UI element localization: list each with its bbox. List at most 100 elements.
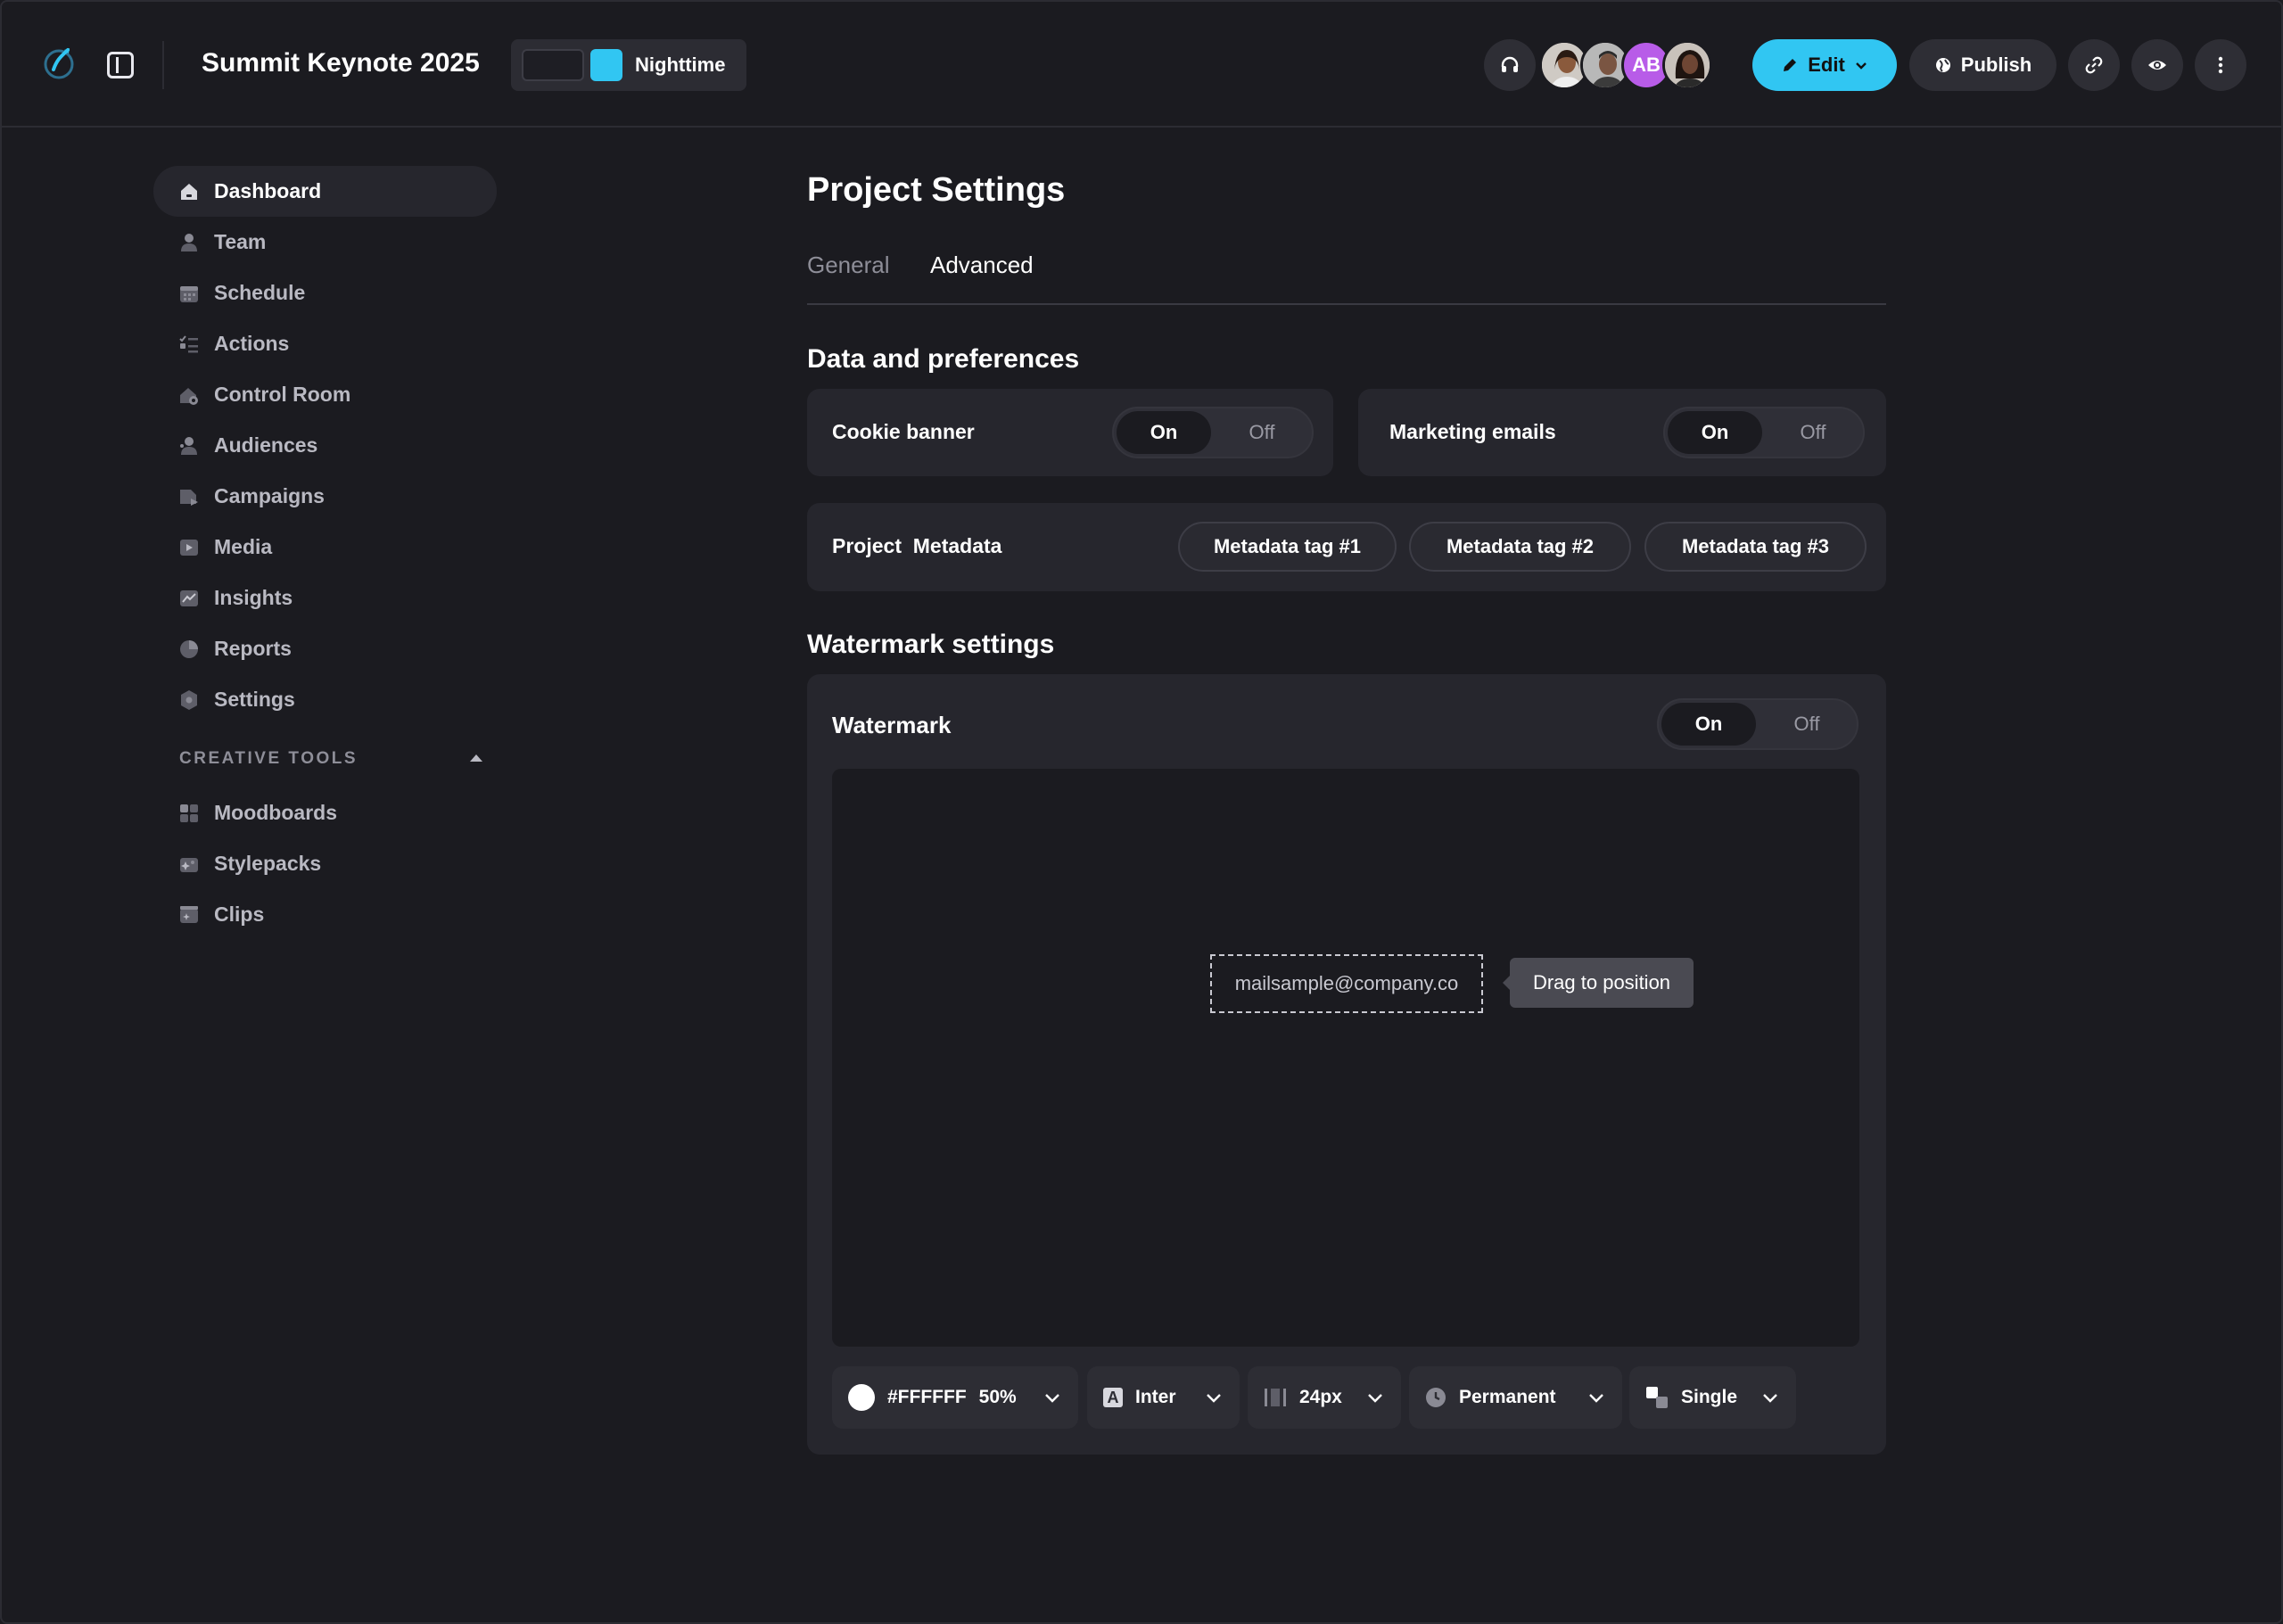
sidebar-item-audiences[interactable]: Audiences [153,420,497,471]
copy-link-button[interactable] [2068,39,2120,91]
sidebar-item-actions[interactable]: Actions [153,318,497,369]
toggle-off-option[interactable]: Off [1760,703,1854,746]
duration-dropdown[interactable]: Permanent [1409,1366,1622,1429]
marketing-emails-toggle[interactable]: On Off [1663,407,1865,458]
sidebar-item-settings[interactable]: Settings [153,674,497,725]
sidebar-item-stylepacks[interactable]: Stylepacks [153,838,497,889]
sidebar-item-schedule[interactable]: Schedule [153,268,497,318]
font-dropdown[interactable]: A Inter [1087,1366,1240,1429]
toggle-on-option[interactable]: On [1668,411,1762,454]
duration-value: Permanent [1459,1387,1556,1407]
font-value: Inter [1135,1387,1176,1407]
play-icon [178,537,200,558]
avatar[interactable] [1662,40,1712,90]
sidebar-item-team[interactable]: Team [153,217,497,268]
tab-advanced[interactable]: Advanced [930,251,1034,279]
sidebar-item-campaigns[interactable]: Campaigns [153,471,497,522]
sidebar-item-label: Campaigns [214,484,325,507]
more-options-button[interactable] [2195,39,2246,91]
link-icon [2085,56,2103,74]
sidebar-item-label: Stylepacks [214,852,322,875]
single-layout-icon [1646,1387,1668,1408]
cookie-banner-card: Cookie banner On Off [807,389,1333,476]
toggle-off-option[interactable]: Off [1766,411,1860,454]
sidebar-item-label: Settings [214,688,295,711]
sidebar-item-label: Insights [214,586,293,609]
chevron-down-icon [1763,1394,1777,1403]
tabs-divider [807,303,1886,305]
watermark-settings-title: Watermark settings [807,630,1055,659]
headphones-button[interactable] [1484,39,1536,91]
edit-button[interactable]: Edit [1752,39,1897,91]
watermark-label: Watermark [832,712,952,738]
size-dropdown[interactable]: 24px [1248,1366,1401,1429]
cookie-banner-toggle[interactable]: On Off [1112,407,1314,458]
chevron-down-icon [1855,62,1867,70]
accent-swatch [590,49,622,81]
stylepack-icon [178,853,200,875]
dark-swatch [522,49,584,81]
theme-selector[interactable]: Nighttime [511,39,746,91]
tab-general[interactable]: General [807,251,890,279]
size-value: 24px [1299,1387,1342,1407]
toggle-off-option[interactable]: Off [1215,411,1309,454]
marketing-emails-label: Marketing emails [1389,420,1556,443]
sidebar-item-label: Team [214,230,267,253]
sidebar-item-label: Actions [214,332,290,355]
theme-label: Nighttime [635,54,726,76]
page-title: Project Settings [807,171,1066,209]
control-room-icon [178,384,200,406]
color-opacity-dropdown[interactable]: #FFFFFF 50% [832,1366,1078,1429]
moodboard-icon [178,803,200,824]
app-window: Summit Keynote 2025 Nighttime AB Edit Pu… [0,0,2283,1624]
sidebar-item-label: Moodboards [214,801,337,824]
avatar-photo-3 [1665,43,1710,87]
sidebar-toggle-icon[interactable] [107,52,134,78]
opacity-value: 50% [978,1387,1017,1407]
color-value: #FFFFFF [887,1387,967,1407]
sidebar-item-media[interactable]: Media [153,522,497,573]
marketing-emails-card: Marketing emails On Off [1358,389,1886,476]
preview-button[interactable] [2131,39,2183,91]
text-size-icon [1265,1389,1286,1406]
project-title: Summit Keynote 2025 [202,48,480,78]
creative-tools-header[interactable]: CREATIVE TOOLS [179,749,482,772]
sidebar-item-label: Clips [214,903,265,926]
metadata-tag[interactable]: Metadata tag #2 [1409,522,1631,572]
chevron-down-icon [1207,1394,1221,1403]
publish-button[interactable]: Publish [1909,39,2056,91]
pie-chart-icon [178,639,200,660]
top-header: Summit Keynote 2025 Nighttime AB Edit Pu… [2,2,2281,128]
campaign-icon [178,486,200,507]
calendar-icon [178,283,200,304]
sidebar-item-clips[interactable]: Clips [153,889,497,940]
caret-up-icon[interactable] [470,754,482,762]
more-vertical-icon [2218,56,2223,74]
chevron-down-icon [1045,1394,1059,1403]
publish-button-label: Publish [1960,54,2032,76]
toggle-on-option[interactable]: On [1661,703,1756,746]
metadata-tag[interactable]: Metadata tag #3 [1644,522,1867,572]
sidebar-item-dashboard[interactable]: Dashboard [153,166,497,217]
home-icon [178,181,200,202]
globe-icon [1935,58,1950,72]
data-preferences-title: Data and preferences [807,344,1080,374]
watermark-toggle[interactable]: On Off [1657,698,1859,750]
headphones-icon [1501,56,1519,72]
sidebar-item-reports[interactable]: Reports [153,623,497,674]
app-logo-icon[interactable] [41,43,80,82]
watermark-preview-canvas[interactable]: mailsample@company.co Drag to position [832,769,1859,1347]
toggle-on-option[interactable]: On [1117,411,1211,454]
sidebar-item-insights[interactable]: Insights [153,573,497,623]
sidebar-item-label: Audiences [214,433,318,457]
insights-icon [178,588,200,609]
watermark-draggable-text[interactable]: mailsample@company.co [1210,954,1483,1013]
layout-mode-dropdown[interactable]: Single [1629,1366,1796,1429]
sidebar-item-control-room[interactable]: Control Room [153,369,497,420]
metadata-tag[interactable]: Metadata tag #1 [1178,522,1397,572]
checklist-icon [178,334,200,355]
sidebar-item-moodboards[interactable]: Moodboards [153,787,497,838]
sidebar-item-label: Control Room [214,383,351,406]
sidebar-item-label: Schedule [214,281,306,304]
drag-tooltip: Drag to position [1503,958,1694,1008]
